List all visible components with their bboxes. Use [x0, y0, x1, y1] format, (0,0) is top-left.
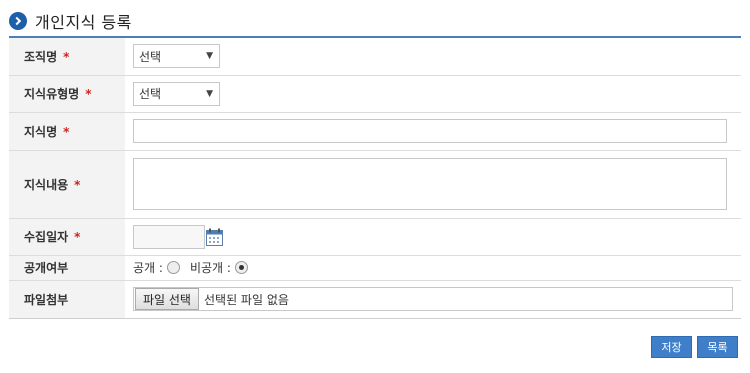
form-row-type: 지식유형명 * 선택 ▼ — [9, 75, 741, 113]
knowledge-form: 조직명 * 선택 ▼ 지식유형명 * 선택 ▼ 지식명 * 지식내용 * 수집일자 * — [9, 38, 741, 319]
org-select-value: 선택 — [139, 49, 162, 64]
save-button[interactable]: 저장 — [651, 336, 692, 358]
name-input[interactable] — [133, 119, 727, 143]
private-option-label: 비공개 : — [189, 261, 231, 275]
date-label: 수집일자 * — [9, 218, 125, 256]
form-row-date: 수집일자 * — [9, 218, 741, 256]
required-mark: * — [85, 87, 92, 101]
required-mark: * — [74, 177, 81, 192]
name-label: 지식명 * — [9, 112, 125, 151]
private-radio[interactable] — [234, 261, 248, 274]
chevron-right-circle-icon — [9, 12, 27, 30]
calendar-icon[interactable] — [206, 228, 223, 246]
form-row-org: 조직명 * 선택 ▼ — [9, 38, 741, 76]
type-label: 지식유형명 * — [9, 75, 125, 113]
attachment-label: 파일첨부 — [9, 280, 125, 319]
triangle-down-icon: ▼ — [206, 51, 213, 62]
file-input[interactable]: 파일 선택 선택된 파일 없음 — [133, 287, 733, 311]
type-select-value: 선택 — [139, 87, 162, 101]
org-label: 조직명 * — [9, 38, 125, 76]
form-row-name: 지식명 * — [9, 112, 741, 151]
triangle-down-icon: ▼ — [206, 88, 213, 99]
org-select[interactable]: 선택 ▼ — [133, 44, 220, 69]
required-mark: * — [74, 230, 81, 244]
public-option-label: 공개 : — [133, 261, 163, 275]
required-mark: * — [63, 124, 70, 139]
file-select-button[interactable]: 파일 선택 — [135, 288, 199, 310]
form-row-attachment: 파일첨부 파일 선택 선택된 파일 없음 — [9, 280, 741, 319]
page-title: 개인지식 등록 — [35, 13, 132, 32]
content-textarea[interactable] — [133, 158, 727, 210]
date-input[interactable] — [133, 224, 205, 249]
list-button[interactable]: 목록 — [697, 336, 738, 358]
visibility-label: 공개여부 — [9, 255, 125, 281]
page-header: 개인지식 등록 — [9, 5, 741, 37]
form-row-content: 지식내용 * — [9, 150, 741, 219]
required-mark: * — [63, 49, 70, 64]
form-row-visibility: 공개여부 공개 : 비공개 : — [9, 255, 741, 281]
content-label: 지식내용 * — [9, 150, 125, 219]
public-radio[interactable] — [166, 261, 180, 274]
type-select[interactable]: 선택 ▼ — [133, 81, 220, 106]
file-status-text: 선택된 파일 없음 — [203, 292, 289, 307]
